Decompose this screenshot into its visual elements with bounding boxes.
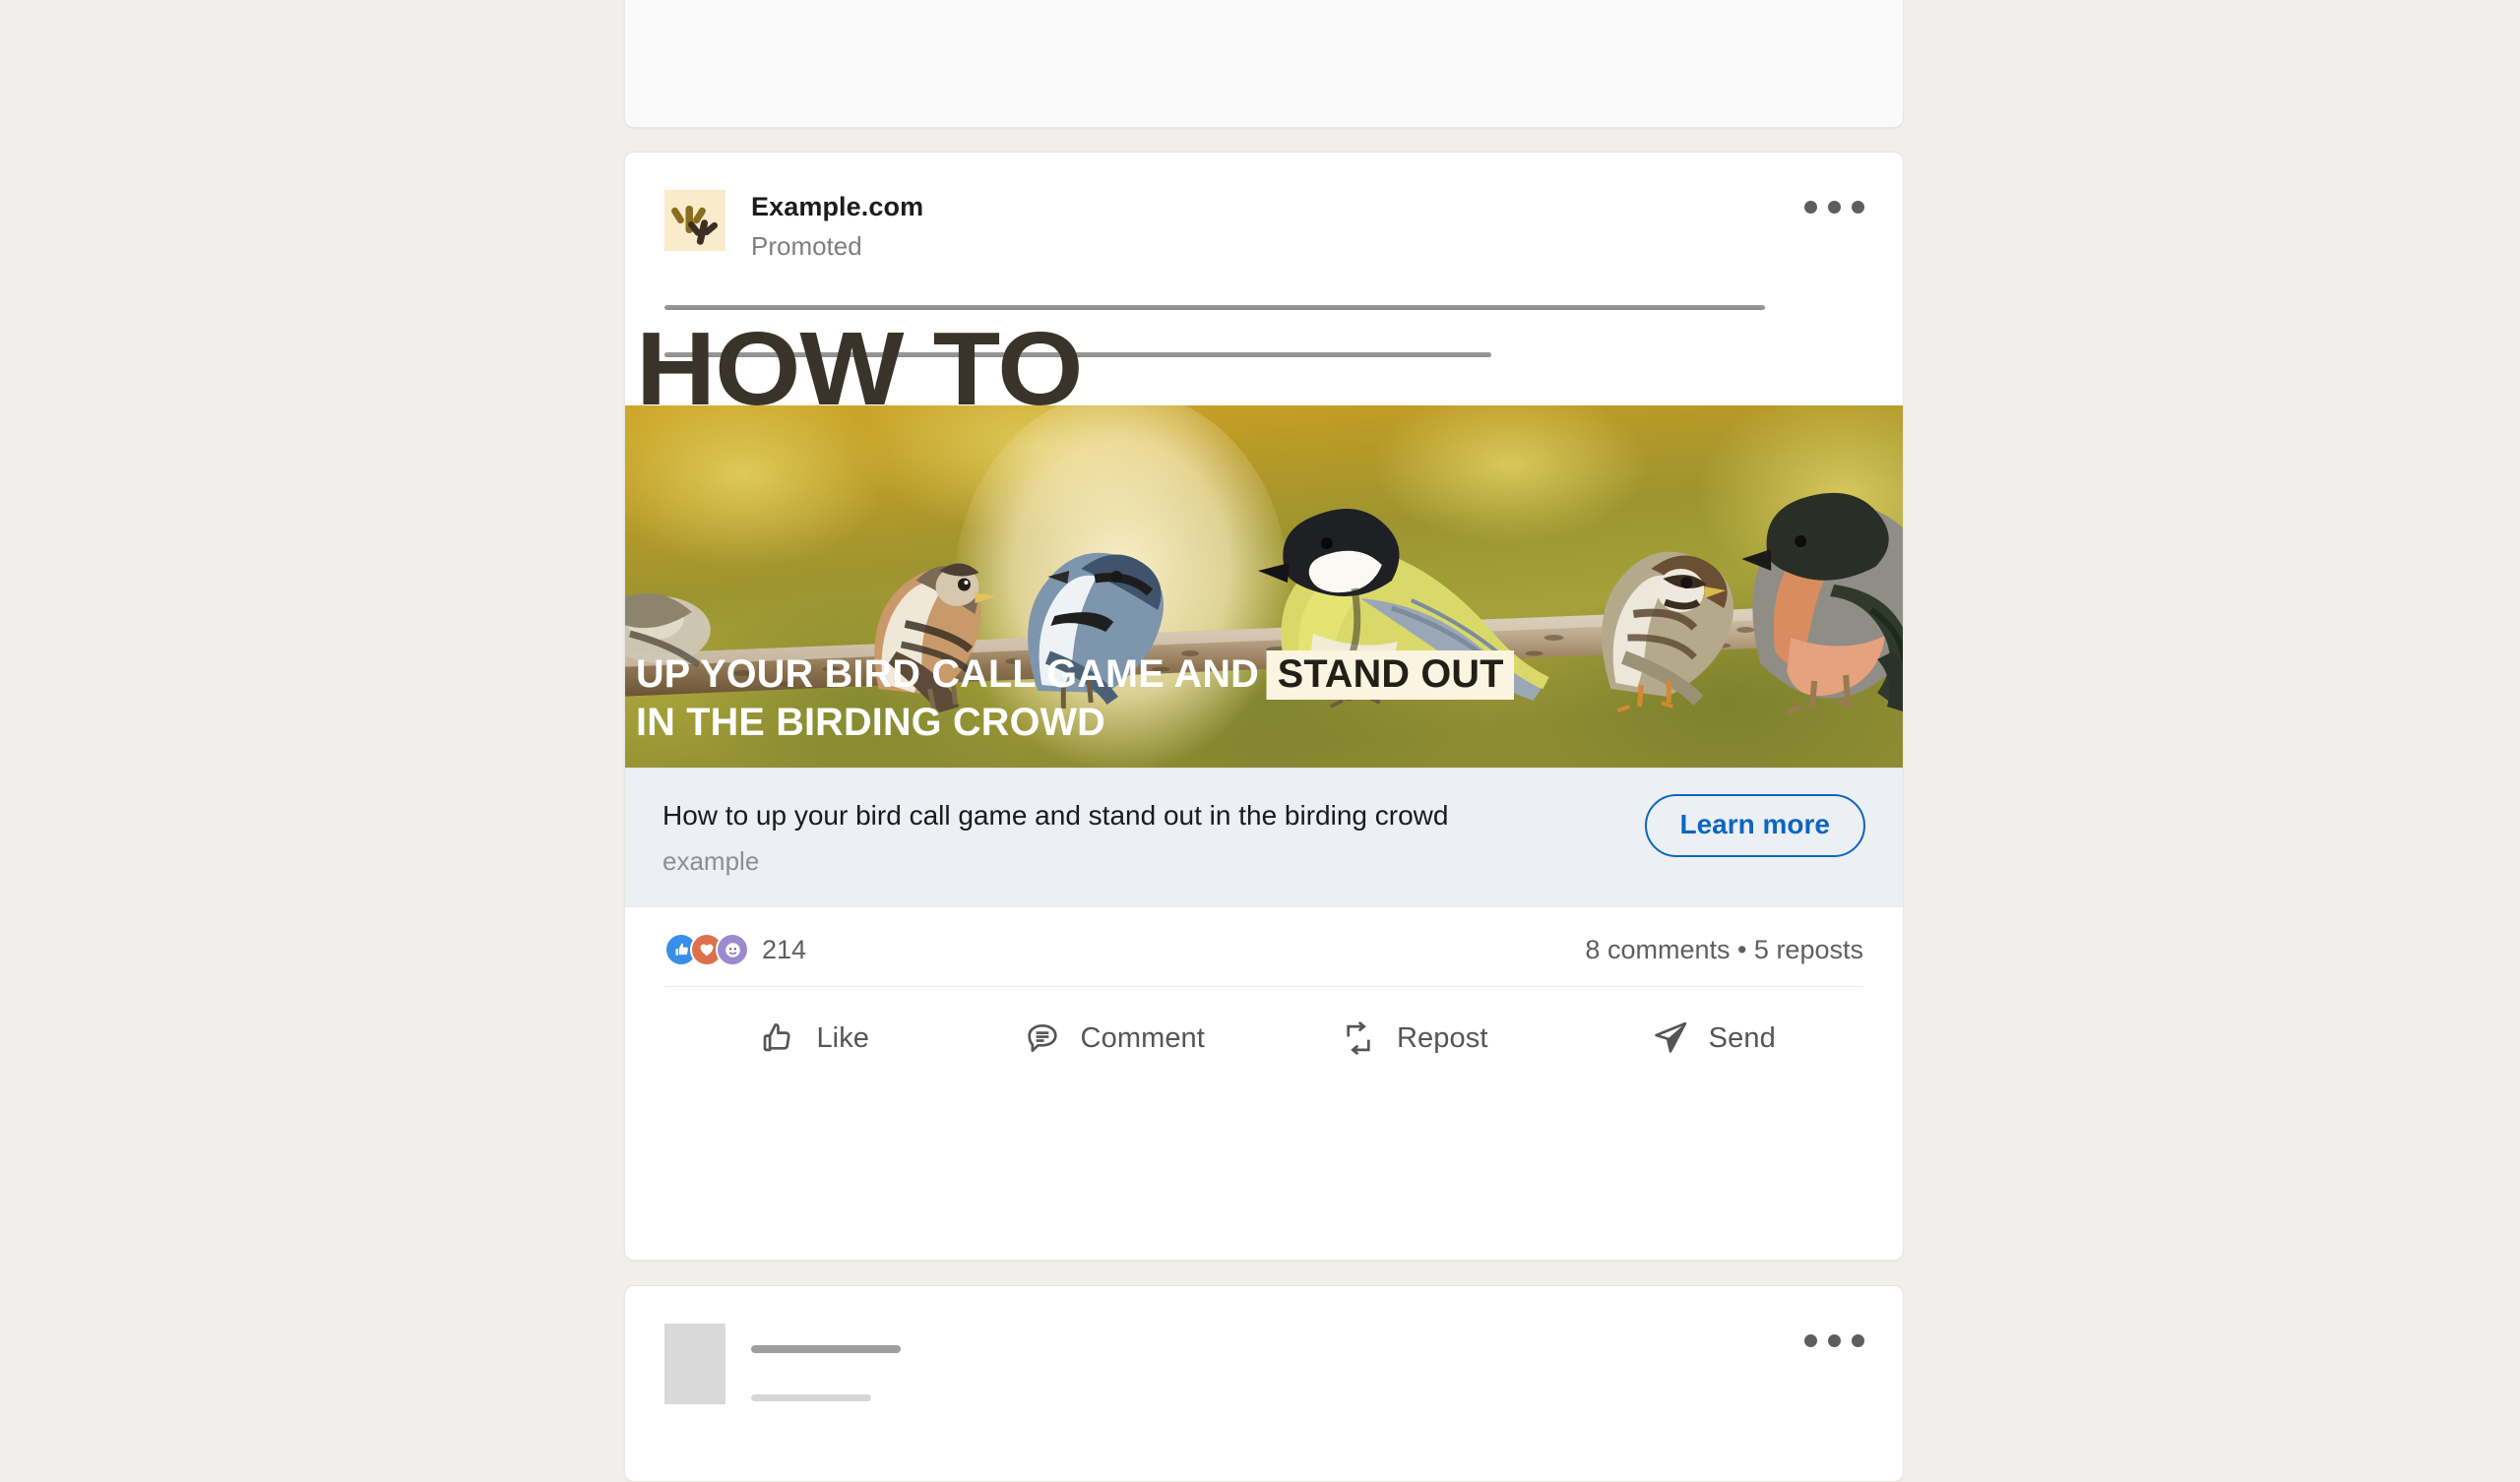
avatar[interactable] — [664, 190, 725, 251]
creative-overlay-text: UP YOUR BIRD CALL GAME AND STAND OUT IN T… — [636, 649, 1523, 746]
menu-dot — [1803, 1333, 1817, 1347]
send-button[interactable]: Send — [1564, 1002, 1864, 1075]
overlay-line-one: UP YOUR BIRD CALL GAME AND — [636, 651, 1259, 696]
brand-name[interactable]: Example.com — [751, 192, 923, 222]
menu-dot — [1803, 200, 1817, 214]
more-options-icon[interactable] — [1798, 1318, 1869, 1363]
skeleton-line — [751, 1394, 871, 1401]
thumbs-up-icon — [759, 1019, 796, 1057]
skeleton-line — [751, 1345, 901, 1353]
learn-more-button[interactable]: Learn more — [1644, 794, 1865, 857]
send-label: Send — [1708, 1021, 1776, 1054]
ad-cta-bar[interactable]: How to up your bird call game and stand … — [625, 768, 1903, 907]
support-reaction-icon — [716, 933, 749, 967]
like-button[interactable]: Like — [664, 1002, 965, 1075]
creative-headline-howto: HOW TO — [636, 311, 1084, 428]
menu-dot — [1827, 200, 1841, 214]
menu-dot — [1827, 1333, 1841, 1347]
feed-column: Like Comment — [624, 0, 1904, 1482]
cta-source: example — [662, 846, 760, 877]
repost-button[interactable]: Repost — [1264, 1002, 1564, 1075]
overlay-line-one-wrap: UP YOUR BIRD CALL GAME AND STAND OUT — [636, 649, 1515, 700]
reaction-icons — [664, 933, 749, 967]
bottom-post-header — [625, 1286, 1903, 1404]
comment-label: Comment — [1080, 1021, 1205, 1054]
ad-creative[interactable]: HOW TO UP YOUR BIRD CALL GAME AND STAND O… — [625, 317, 1903, 769]
post-actions-bar-main: Like Comment Repost Send — [625, 987, 1903, 1089]
social-counts-row: 214 8 comments • 5 reposts — [625, 906, 1903, 986]
more-options-icon[interactable] — [1798, 184, 1869, 229]
repost-icon — [1340, 1019, 1377, 1057]
promoted-label: Promoted — [751, 231, 862, 262]
skeleton-line — [664, 305, 1765, 311]
send-paper-plane-icon — [1652, 1019, 1689, 1057]
reactions-group[interactable]: 214 — [664, 933, 807, 967]
post-header-text: Example.com Promoted — [751, 190, 923, 266]
comment-bubble-icon — [1024, 1019, 1061, 1057]
overlay-line-two: IN THE BIRDING CROWD — [636, 700, 1105, 744]
bottom-post-skeleton — [751, 1324, 901, 1401]
cta-title: How to up your bird call game and stand … — [662, 800, 1449, 832]
promoted-post-card: Example.com Promoted HOW TO UP YOUR BIRD… — [624, 152, 1904, 1261]
feed-post-below — [624, 1285, 1904, 1482]
cta-text-group: How to up your bird call game and stand … — [662, 794, 1448, 877]
post-header: Example.com Promoted — [625, 153, 1903, 266]
overlay-highlight: STAND OUT — [1266, 649, 1515, 700]
feed-post-above: Like Comment — [624, 0, 1904, 128]
reaction-count: 214 — [762, 934, 807, 964]
menu-dot — [1851, 200, 1864, 214]
repost-label: Repost — [1397, 1021, 1488, 1054]
avatar-placeholder[interactable] — [664, 1324, 725, 1404]
comments-reposts-count[interactable]: 8 comments • 5 reposts — [1585, 935, 1863, 965]
post-actions-bar-top: Like Comment — [625, 0, 1903, 13]
like-label: Like — [816, 1021, 870, 1054]
comment-button[interactable]: Comment — [965, 1002, 1265, 1075]
menu-dot — [1851, 1333, 1864, 1347]
